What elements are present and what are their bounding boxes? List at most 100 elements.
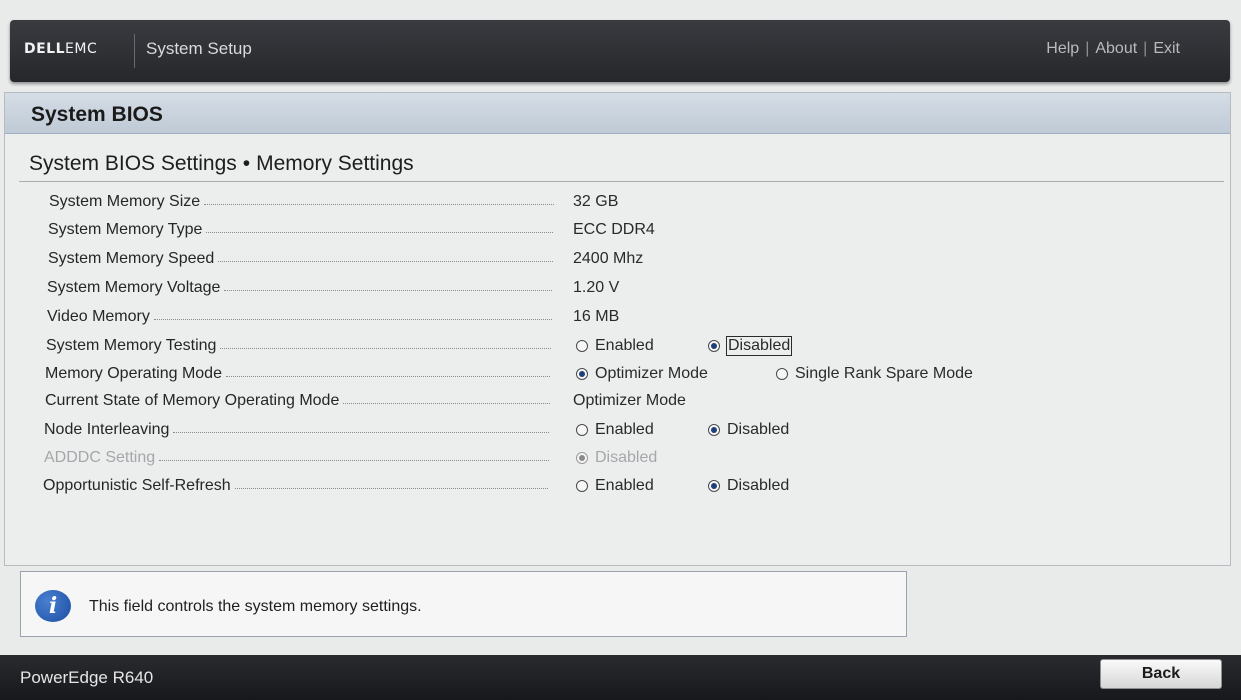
radio-self-refresh-enabled[interactable]: Enabled (576, 477, 654, 495)
setting-label: Node Interleaving (44, 421, 549, 439)
server-model: PowerEdge R640 (20, 668, 154, 687)
radio-label: Disabled (595, 449, 658, 466)
label-text: Video Memory (47, 308, 150, 325)
breadcrumb-separator: • (242, 152, 251, 175)
setting-label: System Memory Type (48, 221, 553, 239)
radio-unselected-icon (576, 480, 588, 492)
logo-emc-text: EMC (65, 41, 98, 57)
radio-label: Enabled (595, 337, 654, 354)
breadcrumb-parent: System BIOS Settings (29, 152, 237, 175)
help-text: This field controls the system memory se… (89, 598, 422, 615)
setting-label: Current State of Memory Operating Mode (45, 392, 550, 410)
setting-row-video-memory: Video Memory 16 MB (5, 308, 1230, 332)
dell-emc-logo: DELLEMC (24, 41, 97, 57)
label-text: System Memory Voltage (47, 279, 221, 296)
radio-label: Enabled (595, 421, 654, 438)
radio-selected-icon (576, 452, 588, 464)
setting-label: Opportunistic Self-Refresh (43, 477, 548, 495)
setting-label: Video Memory (47, 308, 552, 326)
about-link[interactable]: About (1095, 40, 1137, 57)
dotted-leader (343, 402, 550, 404)
dotted-leader (173, 431, 549, 433)
label-text: Current State of Memory Operating Mode (45, 392, 340, 409)
setting-row-self-refresh: Opportunistic Self-Refresh Enabled Disab… (5, 477, 1230, 501)
radio-node-interleaving-disabled[interactable]: Disabled (708, 421, 789, 439)
setting-row-memory-voltage: System Memory Voltage 1.20 V (5, 279, 1230, 303)
radio-single-rank-spare-mode[interactable]: Single Rank Spare Mode (776, 365, 973, 383)
radio-unselected-icon (776, 368, 788, 380)
radio-label: Optimizer Mode (595, 365, 708, 382)
dotted-leader (234, 487, 548, 489)
setting-value: 2400 Mhz (573, 250, 644, 267)
radio-selected-icon (576, 368, 588, 380)
dotted-leader (206, 231, 553, 233)
radio-unselected-icon (576, 340, 588, 352)
dotted-leader (153, 318, 552, 320)
setting-value: Optimizer Mode (573, 392, 686, 409)
setting-label: Memory Operating Mode (45, 365, 550, 383)
breadcrumb: System BIOS Settings • Memory Settings (29, 152, 414, 176)
label-text: System Memory Size (49, 193, 201, 210)
setting-row-memory-type: System Memory Type ECC DDR4 (5, 221, 1230, 245)
radio-node-interleaving-enabled[interactable]: Enabled (576, 421, 654, 439)
radio-memory-testing-disabled[interactable]: Disabled (708, 336, 793, 356)
settings-panel: System BIOS System BIOS Settings • Memory … (4, 92, 1231, 566)
radio-label: Disabled (725, 336, 793, 356)
top-header-bar: DELLEMC System Setup Help | About | Exit (10, 20, 1230, 82)
header-divider (134, 34, 135, 68)
label-text: Node Interleaving (44, 421, 170, 438)
setting-row-memory-speed: System Memory Speed 2400 Mhz (5, 250, 1230, 274)
radio-optimizer-mode[interactable]: Optimizer Mode (576, 365, 708, 383)
dotted-leader (220, 347, 551, 349)
setting-row-memory-testing: System Memory Testing Enabled Disabled (5, 336, 1230, 361)
setting-label: System Memory Speed (48, 250, 553, 268)
radio-self-refresh-disabled[interactable]: Disabled (708, 477, 789, 495)
setting-label: System Memory Size (49, 193, 554, 211)
label-text: System Memory Testing (46, 337, 217, 354)
radio-label: Enabled (595, 477, 654, 494)
dotted-leader (225, 375, 550, 377)
setting-row-adddc: ADDDC Setting Disabled (5, 449, 1230, 473)
link-separator: | (1085, 40, 1090, 57)
breadcrumb-current: Memory Settings (256, 152, 414, 175)
dotted-leader (204, 203, 554, 205)
label-text: System Memory Speed (48, 250, 215, 267)
back-button[interactable]: Back (1100, 659, 1222, 689)
help-link[interactable]: Help (1046, 40, 1079, 57)
app-title: System Setup (146, 39, 252, 58)
exit-link[interactable]: Exit (1153, 40, 1180, 57)
dotted-leader (218, 260, 553, 262)
setting-row-current-mode: Current State of Memory Operating Mode O… (5, 392, 1230, 416)
radio-selected-icon (708, 424, 720, 436)
label-text: Opportunistic Self-Refresh (43, 477, 231, 494)
setting-row-operating-mode: Memory Operating Mode Optimizer Mode Sin… (5, 365, 1230, 389)
setting-value: ECC DDR4 (573, 221, 655, 238)
label-text: ADDDC Setting (44, 449, 156, 466)
dotted-leader (224, 289, 552, 291)
radio-unselected-icon (576, 424, 588, 436)
radio-label: Disabled (727, 421, 790, 438)
setting-label: ADDDC Setting (44, 449, 549, 467)
link-separator: | (1143, 40, 1148, 57)
setting-row-memory-size: System Memory Size 32 GB (5, 193, 1230, 217)
breadcrumb-divider (19, 181, 1224, 182)
panel-header (5, 93, 1230, 134)
radio-label: Disabled (727, 477, 790, 494)
radio-selected-icon (708, 340, 720, 352)
bottom-bar: PowerEdge R640 Back (0, 655, 1241, 700)
dotted-leader (159, 459, 549, 461)
setting-label: System Memory Voltage (47, 279, 552, 297)
setting-value: 32 GB (573, 193, 619, 210)
help-box: i This field controls the system memory … (20, 571, 907, 637)
panel-title: System BIOS (31, 103, 163, 126)
header-links: Help | About | Exit (1046, 40, 1180, 58)
setting-label: System Memory Testing (46, 337, 551, 355)
info-icon: i (35, 590, 71, 622)
radio-memory-testing-enabled[interactable]: Enabled (576, 337, 654, 355)
logo-dell-text: DELL (24, 41, 66, 57)
radio-selected-icon (708, 480, 720, 492)
label-text: Memory Operating Mode (45, 365, 222, 382)
label-text: System Memory Type (48, 221, 203, 238)
radio-label: Single Rank Spare Mode (795, 365, 973, 382)
setting-value: 16 MB (573, 308, 620, 325)
